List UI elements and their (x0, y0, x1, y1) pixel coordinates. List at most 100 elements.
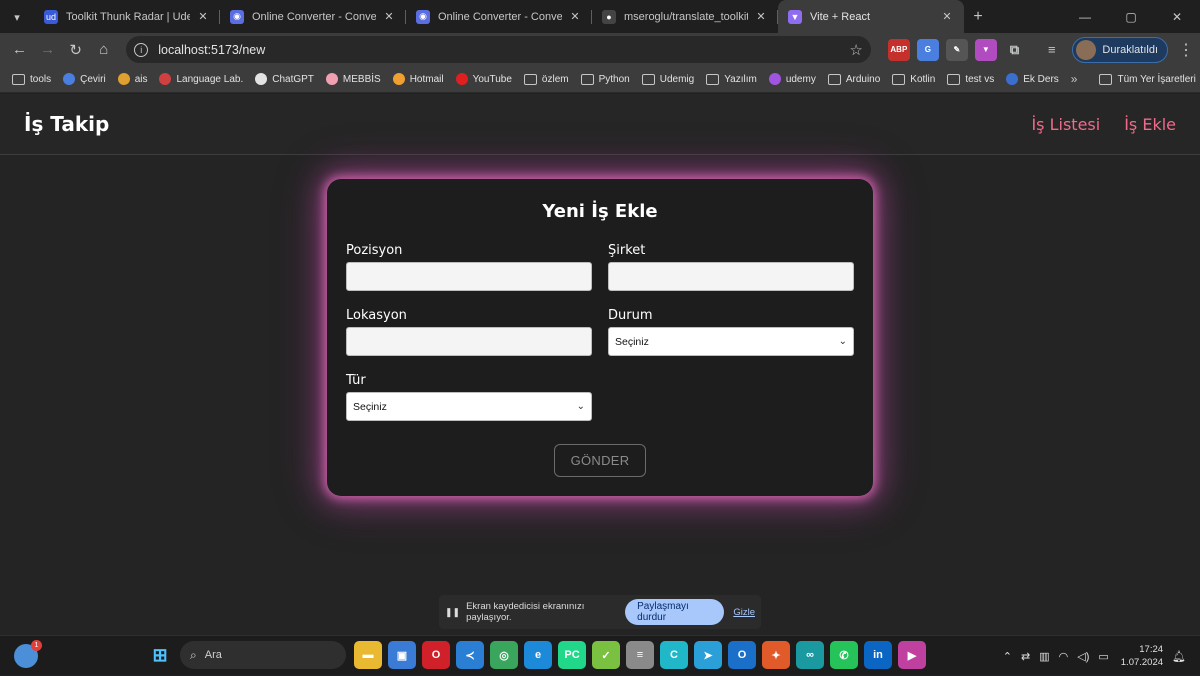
minimize-button[interactable]: — (1062, 0, 1108, 33)
site-favicon-icon (768, 73, 781, 85)
wifi-icon[interactable]: ◠ (1059, 650, 1069, 663)
file-explorer-icon[interactable]: ▬ (354, 641, 382, 669)
database-icon[interactable]: ≡ (626, 641, 654, 669)
nav-link-add-job[interactable]: İş Ekle (1124, 115, 1176, 134)
audio-device-icon[interactable]: ▥ (1039, 650, 1049, 663)
pause-icon: ❚❚ (445, 606, 461, 617)
type-field: Tür Seçiniz ⌄ (346, 373, 592, 421)
opera-icon[interactable]: O (422, 641, 450, 669)
bookmark-label: Python (598, 73, 630, 85)
url-text[interactable]: localhost:5173/new (158, 43, 849, 57)
volume-icon[interactable]: ◁) (1077, 650, 1089, 663)
bookmark-item[interactable]: Hotmail (387, 68, 450, 90)
company-input[interactable] (608, 262, 854, 291)
bookmark-item[interactable]: MEBBİS (320, 68, 387, 90)
status-select[interactable]: Seçiniz ⌄ (608, 327, 854, 356)
vite-ext-icon[interactable]: ▼ (974, 38, 997, 61)
hide-share-bar-link[interactable]: Gizle (733, 607, 755, 618)
back-button[interactable]: ← (6, 36, 33, 64)
bookmark-label: Hotmail (409, 73, 444, 85)
puzzle-ext-icon[interactable]: ✎ (945, 38, 968, 61)
bookmark-item[interactable]: Yazılım (700, 68, 763, 90)
adblock-icon[interactable]: ABP (887, 38, 910, 61)
browser-tab[interactable]: ▼ Vite + React ✕ (778, 0, 964, 33)
home-button[interactable]: ⌂ (90, 36, 117, 64)
bookmark-item[interactable]: Udemig (636, 68, 700, 90)
tab-search-dropdown[interactable]: ▾ (6, 6, 28, 28)
whatsapp-icon[interactable]: ✆ (830, 641, 858, 669)
bookmark-item[interactable]: ais (112, 68, 154, 90)
taskbar-clock[interactable]: 17:24 1.07.2024 (1121, 643, 1163, 669)
chevron-down-icon: ⌄ (838, 336, 847, 347)
close-tab-icon[interactable]: ✕ (196, 10, 210, 24)
translate-icon[interactable]: G (916, 38, 939, 61)
close-tab-icon[interactable]: ✕ (754, 10, 768, 24)
type-select[interactable]: Seçiniz ⌄ (346, 392, 592, 421)
site-favicon-icon (63, 73, 76, 85)
position-input[interactable] (346, 262, 592, 291)
notification-bell-icon[interactable]: 🔔︎ (1172, 650, 1186, 663)
browser-tab[interactable]: ◉ Online Converter - Convert Ima ✕ (406, 0, 592, 33)
xmind-icon[interactable]: ✦ (762, 641, 790, 669)
bookmark-item[interactable]: Ek Ders (1000, 68, 1065, 90)
arrow-right-icon: → (40, 41, 56, 58)
close-tab-icon[interactable]: ✕ (940, 10, 954, 24)
bookmark-item[interactable]: YouTube (450, 68, 518, 90)
page-viewport: İş Takip İş Listesi İş Ekle Yeni İş Ekle… (0, 94, 1200, 635)
bookmark-item[interactable]: test vs (941, 68, 1000, 90)
bookmark-item[interactable]: Kotlin (886, 68, 941, 90)
bookmark-item[interactable]: Python (575, 68, 636, 90)
stop-sharing-button[interactable]: Paylaşmayı durdur (625, 599, 725, 625)
store-icon[interactable]: ▣ (388, 641, 416, 669)
submit-button[interactable]: GÖNDER (554, 444, 646, 477)
all-bookmarks-folder[interactable]: Tüm Yer İşaretleri (1093, 68, 1200, 90)
taskbar-search[interactable]: ⌕ Ara (180, 641, 346, 669)
chrome-icon[interactable]: ◎ (490, 641, 518, 669)
location-input[interactable] (346, 327, 592, 356)
canva-icon[interactable]: C (660, 641, 688, 669)
nav-link-job-list[interactable]: İş Listesi (1031, 115, 1100, 134)
maximize-button[interactable]: ▢ (1108, 0, 1154, 33)
chevron-up-icon[interactable]: ⌃ (1003, 650, 1012, 663)
forward-button[interactable]: → (34, 36, 61, 64)
new-tab-button[interactable]: + (964, 3, 992, 31)
browser-tab[interactable]: ● mseroglu/translate_toolkit_thu ✕ (592, 0, 778, 33)
recorder-icon[interactable]: ▶ (898, 641, 926, 669)
extensions-puzzle-icon[interactable]: ⧉ (1004, 39, 1025, 61)
close-window-button[interactable]: ✕ (1154, 0, 1200, 33)
arduino-icon[interactable]: ∞ (796, 641, 824, 669)
reload-button[interactable]: ↻ (62, 36, 89, 64)
site-info-icon[interactable]: i (134, 42, 149, 57)
browser-menu-icon[interactable]: ⋮ (1178, 40, 1194, 60)
browser-tab[interactable]: ◉ Online Converter - Convert Ima ✕ (220, 0, 406, 33)
bookmark-star-icon[interactable]: ☆ (849, 41, 862, 59)
network-switch-icon[interactable]: ⇄ (1021, 650, 1030, 663)
bookmark-item[interactable]: udemy (763, 68, 822, 90)
reading-list-icon[interactable]: ≡ (1041, 39, 1062, 61)
linkedin-icon[interactable]: in (864, 641, 892, 669)
chat-app-icon[interactable]: ✓ (592, 641, 620, 669)
close-tab-icon[interactable]: ✕ (382, 10, 396, 24)
profile-button[interactable]: Duraklatıldı (1072, 36, 1169, 63)
bookmark-item[interactable]: tools (6, 68, 57, 90)
weather-widget-icon[interactable]: 1 (14, 640, 42, 668)
bookmark-item[interactable]: Language Lab. (153, 68, 249, 90)
edge-icon[interactable]: e (524, 641, 552, 669)
bookmark-item[interactable]: ChatGPT (249, 68, 320, 90)
bookmark-label: MEBBİS (342, 73, 381, 85)
app-brand[interactable]: İş Takip (24, 112, 109, 136)
bookmark-item[interactable]: Arduino (822, 68, 886, 90)
pycharm-icon[interactable]: PC (558, 641, 586, 669)
close-tab-icon[interactable]: ✕ (568, 10, 582, 24)
battery-icon[interactable]: ▭ (1098, 650, 1108, 663)
vscode-icon[interactable]: ≺ (456, 641, 484, 669)
chevron-down-icon: ▾ (14, 11, 20, 24)
telegram-icon[interactable]: ➤ (694, 641, 722, 669)
outlook-icon[interactable]: O (728, 641, 756, 669)
start-button[interactable]: ⊞ (146, 641, 174, 669)
address-bar[interactable]: i localhost:5173/new ☆ (126, 36, 871, 63)
bookmark-item[interactable]: özlem (518, 68, 575, 90)
browser-tab[interactable]: ud Toolkit Thunk Radar | Udemig ✕ (34, 0, 220, 33)
bookmark-item[interactable]: Çeviri (57, 68, 112, 90)
bookmarks-overflow-button[interactable]: » (1071, 72, 1078, 86)
